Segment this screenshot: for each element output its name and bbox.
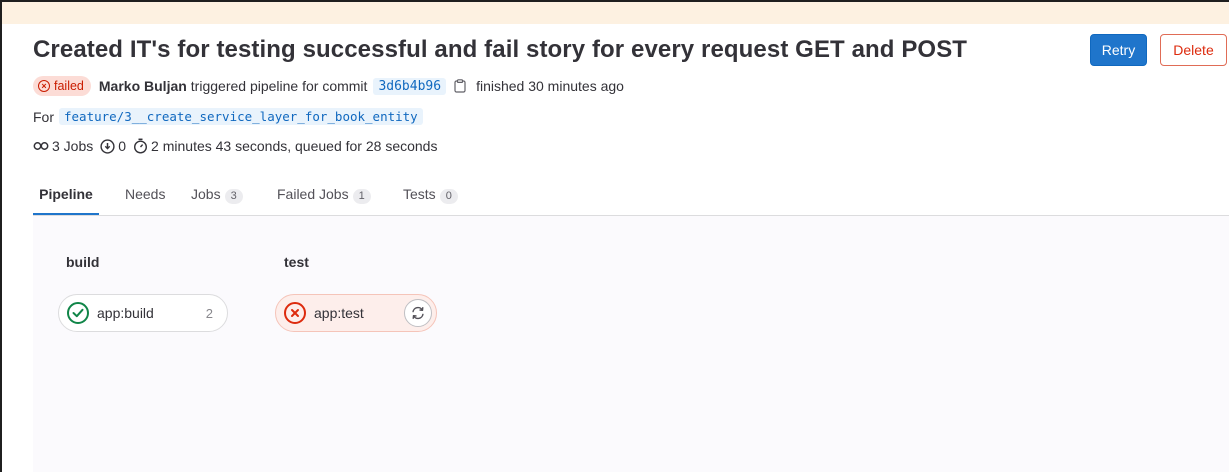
tab-label: Jobs (191, 186, 221, 202)
pipeline-stats: 3 Jobs 0 2 minutes 43 seconds, queued fo… (33, 138, 437, 154)
tab-count-badge: 3 (224, 189, 243, 204)
tab-pipeline[interactable]: Pipeline (33, 175, 99, 215)
duration-text: 2 minutes 43 seconds, queued for 28 seco… (151, 138, 438, 154)
status-failed-icon: × (38, 80, 50, 92)
job-app-build[interactable]: app:build 2 (58, 294, 228, 332)
pipeline-graph: build test app:build 2 app:test (33, 216, 1229, 472)
job-name: app:test (314, 305, 364, 321)
pipeline-meta: × failed Marko Buljan triggered pipeline… (33, 75, 624, 97)
tab-count-badge: 1 (352, 189, 371, 204)
job-app-test[interactable]: app:test (275, 294, 437, 332)
branch-link[interactable]: feature/3__create_service_layer_for_book… (59, 108, 423, 125)
tab-needs[interactable]: Needs (125, 175, 165, 215)
top-banner (2, 2, 1229, 24)
pipeline-icon (33, 142, 49, 150)
status-label: failed (54, 79, 84, 93)
for-label: For (33, 108, 54, 125)
pipeline-page: Created IT's for testing successful and … (0, 0, 1229, 472)
info-count: 0 (118, 138, 127, 154)
info-icon (100, 138, 115, 154)
status-badge[interactable]: × failed (33, 76, 91, 96)
page-title: Created IT's for testing successful and … (33, 36, 968, 63)
tab-label: Failed Jobs (277, 186, 349, 202)
job-count: 2 (205, 305, 213, 321)
status-failed-icon (284, 302, 306, 324)
clipboard-icon[interactable] (454, 79, 466, 93)
tab-label: Tests (403, 186, 436, 202)
tab-label: Needs (125, 186, 166, 202)
tab-failed-jobs[interactable]: Failed Jobs 1 (277, 175, 371, 215)
tab-jobs[interactable]: Jobs 3 (191, 175, 243, 215)
status-success-icon (67, 302, 89, 324)
delete-button[interactable]: Delete (1160, 34, 1227, 66)
job-name: app:build (97, 305, 154, 321)
triggered-text: triggered pipeline for commit (190, 78, 368, 94)
jobs-count: 3 Jobs (52, 138, 94, 154)
user-name[interactable]: Marko Buljan (99, 78, 187, 94)
timer-icon (134, 138, 148, 154)
retry-button[interactable]: Retry (1090, 34, 1147, 66)
stage-title-build: build (66, 254, 100, 270)
stage-title-test: test (284, 254, 309, 270)
branch-row: For feature/3__create_service_layer_for_… (33, 108, 423, 125)
tab-tests[interactable]: Tests 0 (403, 175, 458, 215)
pipeline-tabs: Pipeline Needs Jobs 3 Failed Jobs 1 Tests 0 (33, 175, 1229, 216)
tab-count-badge: 0 (439, 189, 458, 204)
tab-label: Pipeline (39, 186, 93, 202)
commit-sha-link[interactable]: 3d6b4b96 (373, 77, 447, 95)
finished-text: finished 30 minutes ago (476, 78, 624, 94)
retry-icon[interactable] (404, 299, 432, 327)
